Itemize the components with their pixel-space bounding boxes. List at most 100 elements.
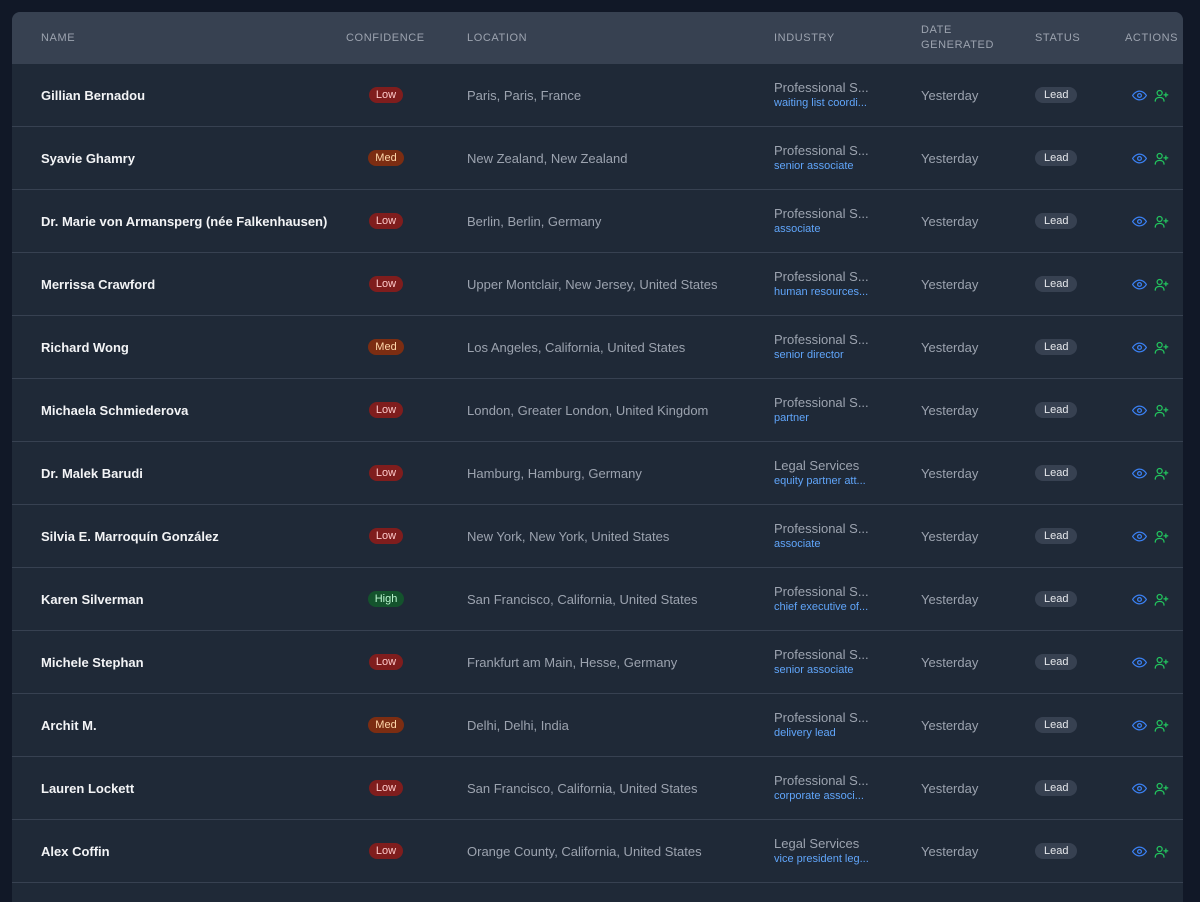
eye-icon[interactable] xyxy=(1132,844,1147,859)
status-cell: Lead xyxy=(1035,631,1095,693)
table-row[interactable]: Michaela Schmiederova Low London, Greater … xyxy=(12,379,1183,442)
status-cell: Lead xyxy=(1035,442,1095,504)
job-title-link[interactable]: chief executive of... xyxy=(774,600,876,615)
column-header-name[interactable]: NAME xyxy=(41,31,75,45)
lead-name[interactable]: Richard Wong xyxy=(41,316,341,378)
confidence-cell: Low xyxy=(363,379,409,441)
table-row[interactable]: Merrissa Crawford Low Upper Montclair, New… xyxy=(12,253,1183,316)
confidence-cell: Med xyxy=(363,316,409,378)
status-cell: Lead xyxy=(1035,127,1095,189)
user-plus-icon[interactable] xyxy=(1154,466,1169,481)
job-title-link[interactable]: associate xyxy=(774,537,876,552)
column-header-location[interactable]: LOCATION xyxy=(467,31,527,45)
job-title-link[interactable]: senior associate xyxy=(774,663,876,678)
eye-icon[interactable] xyxy=(1132,340,1147,355)
table-row[interactable]: Michele Stephan Low Frankfurt am Main, Hes… xyxy=(12,631,1183,694)
actions-cell xyxy=(1132,127,1172,189)
eye-icon[interactable] xyxy=(1132,466,1147,481)
location: Orange County, California, United States xyxy=(467,843,702,859)
job-title-link[interactable]: senior associate xyxy=(774,159,876,174)
confidence-cell: Low xyxy=(363,820,409,882)
user-plus-icon[interactable] xyxy=(1154,592,1169,607)
table-row[interactable]: Alex Coffin Low Orange County, California,… xyxy=(12,820,1183,883)
job-title-link[interactable]: equity partner att... xyxy=(774,474,876,489)
lead-name[interactable]: Alex Coffin xyxy=(41,820,341,882)
date-generated: Yesterday xyxy=(921,528,979,544)
eye-icon[interactable] xyxy=(1132,655,1147,670)
eye-icon[interactable] xyxy=(1132,403,1147,418)
table-row[interactable]: Dr. Marie von Armansperg (née Falkenhaus… xyxy=(12,190,1183,253)
actions-cell xyxy=(1132,694,1172,756)
user-plus-icon[interactable] xyxy=(1154,403,1169,418)
eye-icon[interactable] xyxy=(1132,151,1147,166)
eye-icon[interactable] xyxy=(1132,88,1147,103)
lead-name[interactable]: Archit M. xyxy=(41,694,341,756)
table-row[interactable]: Karen Silverman High San Francisco, Califo… xyxy=(12,568,1183,631)
industry: Professional S... xyxy=(774,205,869,221)
lead-name[interactable]: Michaela Schmiederova xyxy=(41,379,341,441)
confidence-badge: High xyxy=(367,591,405,607)
lead-name[interactable]: Merrissa Crawford xyxy=(41,253,341,315)
confidence-cell: Low xyxy=(363,442,409,504)
user-plus-icon[interactable] xyxy=(1154,214,1169,229)
table-row[interactable]: Richard Wong Med Los Angeles, California, … xyxy=(12,316,1183,379)
table-row[interactable]: Silvia E. Marroquín González Low New York,… xyxy=(12,505,1183,568)
industry-cell: Professional S... senior director xyxy=(774,316,899,378)
lead-name[interactable]: Michele Stephan xyxy=(41,631,341,693)
status-cell: Lead xyxy=(1035,757,1095,819)
table-row[interactable]: Gillian Bernadou Low Paris, Paris, France P… xyxy=(12,64,1183,127)
eye-icon[interactable] xyxy=(1132,277,1147,292)
user-plus-icon[interactable] xyxy=(1154,781,1169,796)
column-header-date-line1[interactable]: DATE xyxy=(921,23,952,37)
eye-icon[interactable] xyxy=(1132,529,1147,544)
job-title-link[interactable]: vice president leg... xyxy=(774,852,876,867)
column-header-confidence[interactable]: CONFIDENCE xyxy=(346,31,425,45)
job-title-link[interactable]: waiting list coordi... xyxy=(774,96,876,111)
date-generated: Yesterday xyxy=(921,843,979,859)
actions-cell xyxy=(1132,379,1172,441)
lead-name[interactable]: Silvia E. Marroquín González xyxy=(41,505,341,567)
job-title-link[interactable]: delivery lead xyxy=(774,726,876,741)
lead-name[interactable]: Gillian Bernadou xyxy=(41,64,341,126)
eye-icon[interactable] xyxy=(1132,592,1147,607)
lead-name[interactable]: Dr. Marie von Armansperg (née Falkenhaus… xyxy=(41,190,341,252)
column-header-industry[interactable]: INDUSTRY xyxy=(774,31,835,45)
user-plus-icon[interactable] xyxy=(1154,151,1169,166)
lead-name[interactable]: Lauren Lockett xyxy=(41,757,341,819)
job-title-link[interactable]: partner xyxy=(774,411,876,426)
industry: Legal Services xyxy=(774,835,860,851)
user-plus-icon[interactable] xyxy=(1154,277,1169,292)
lead-name[interactable]: Syavie Ghamry xyxy=(41,127,341,189)
industry-cell: Professional S... partner xyxy=(774,379,899,441)
status-badge: Lead xyxy=(1035,780,1078,796)
status-cell: Lead xyxy=(1035,190,1095,252)
industry: Professional S... xyxy=(774,268,869,284)
column-header-status[interactable]: STATUS xyxy=(1035,31,1080,45)
user-plus-icon[interactable] xyxy=(1154,529,1169,544)
user-plus-icon[interactable] xyxy=(1154,655,1169,670)
eye-icon[interactable] xyxy=(1132,214,1147,229)
user-plus-icon[interactable] xyxy=(1154,844,1169,859)
job-title-link[interactable]: human resources... xyxy=(774,285,876,300)
location: Delhi, Delhi, India xyxy=(467,717,569,733)
lead-name[interactable]: Dr. Malek Barudi xyxy=(41,442,341,504)
job-title-link[interactable]: corporate associ... xyxy=(774,789,876,804)
column-header-actions: ACTIONS xyxy=(1125,32,1179,44)
confidence-badge: Low xyxy=(368,843,404,859)
user-plus-icon[interactable] xyxy=(1154,718,1169,733)
job-title-link[interactable]: associate xyxy=(774,222,876,237)
eye-icon[interactable] xyxy=(1132,781,1147,796)
lead-name[interactable]: Karen Silverman xyxy=(41,568,341,630)
eye-icon[interactable] xyxy=(1132,718,1147,733)
table-row[interactable]: Syavie Ghamry Med New Zealand, New Zealand… xyxy=(12,127,1183,190)
table-row[interactable]: Dr. Malek Barudi Low Hamburg, Hamburg, Ger… xyxy=(12,442,1183,505)
location: Upper Montclair, New Jersey, United Stat… xyxy=(467,276,718,292)
user-plus-icon[interactable] xyxy=(1154,88,1169,103)
job-title-link[interactable]: senior director xyxy=(774,348,876,363)
status-badge: Lead xyxy=(1035,276,1078,292)
column-header-date-line2[interactable]: GENERATED xyxy=(921,38,994,52)
status-badge: Lead xyxy=(1035,339,1078,355)
table-row[interactable]: Lauren Lockett Low San Francisco, Californ… xyxy=(12,757,1183,820)
user-plus-icon[interactable] xyxy=(1154,340,1169,355)
table-row[interactable]: Archit M. Med Delhi, Delhi, India Professio… xyxy=(12,694,1183,757)
